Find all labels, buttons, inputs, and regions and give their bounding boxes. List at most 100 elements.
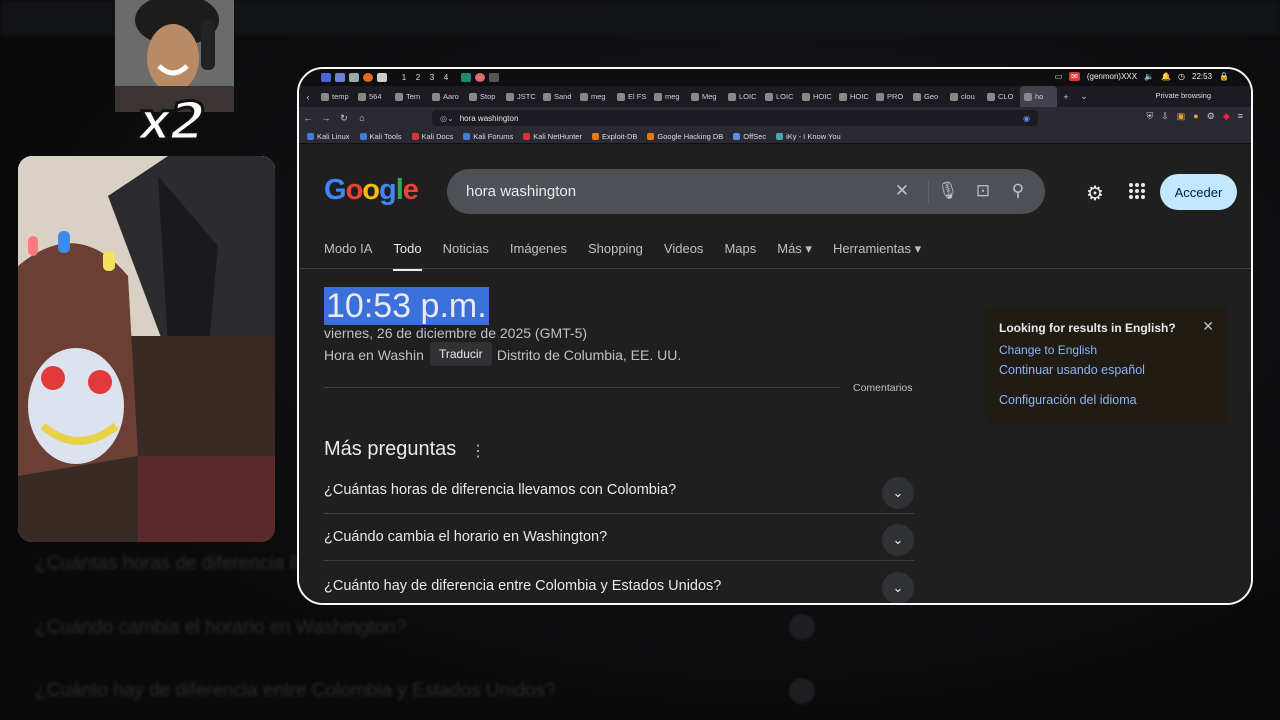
workspace-3[interactable]: 3 (425, 73, 439, 82)
browser-tab[interactable]: LOIC (724, 86, 761, 107)
window-icon[interactable] (377, 73, 387, 82)
app-window-icon[interactable] (461, 73, 471, 82)
translate-tooltip[interactable]: Traducir (430, 342, 492, 366)
search-tab[interactable]: Más ▾ (777, 241, 812, 271)
volume-icon[interactable]: 🔈 (1144, 72, 1154, 81)
browser-tab[interactable]: El FS (613, 86, 650, 107)
question-text[interactable]: ¿Cuánto hay de diferencia entre Colombia… (324, 578, 721, 594)
chevron-down-icon[interactable]: ⌄ (882, 572, 914, 603)
browser-tab[interactable]: JSTC (502, 86, 539, 107)
camera-lens-icon[interactable]: ⊡ (973, 181, 993, 201)
browser-tab[interactable]: CLO (983, 86, 1020, 107)
search-tab[interactable]: Videos (664, 241, 704, 271)
screen-icon[interactable]: ▭ (1055, 72, 1063, 81)
browser-tab[interactable]: HOIC (835, 86, 872, 107)
bookmark-item[interactable]: Google Hacking DB (647, 132, 723, 141)
forward-icon[interactable]: → (317, 113, 335, 123)
sign-in-button[interactable]: Acceder (1160, 174, 1237, 210)
home-icon[interactable]: ⌂ (353, 113, 371, 123)
browser-tab[interactable]: HOIC (798, 86, 835, 107)
workspace-2[interactable]: 2 (411, 73, 425, 82)
search-tab[interactable]: Todo (393, 241, 422, 271)
workspace-4[interactable]: 4 (439, 73, 453, 82)
settings-gear-icon[interactable]: ⚙ (1086, 181, 1104, 206)
search-input[interactable] (466, 183, 886, 200)
shield-icon[interactable]: ⛨ (1146, 111, 1153, 122)
app-launcher-icon[interactable] (321, 73, 331, 82)
reload-icon[interactable]: ↻ (335, 113, 353, 124)
tab-list: temp 564 Tem Aaro Stop JSTC Sand meg El FS meg Meg… (317, 86, 1057, 107)
browser-tab[interactable]: meg (576, 86, 613, 107)
workspace-1[interactable]: 1 (397, 73, 411, 82)
bookmark-item[interactable]: Kali Forums (463, 132, 513, 141)
search-tab[interactable]: Imágenes (510, 241, 567, 271)
browser-tab[interactable]: Stop (465, 86, 502, 107)
app-window-icon[interactable] (489, 73, 499, 82)
google-logo[interactable]: Google (324, 174, 419, 207)
bookmark-item[interactable]: OffSec (733, 132, 766, 141)
download-icon[interactable]: ⇩ (1161, 111, 1169, 122)
language-settings-link[interactable]: Configuración del idioma (999, 393, 1137, 407)
feedback-link[interactable]: Comentarios (853, 382, 913, 394)
question-text[interactable]: ¿Cuándo cambia el horario en Washington? (324, 529, 607, 545)
search-tab[interactable]: Herramientas ▾ (833, 241, 921, 271)
chevron-down-icon[interactable]: ⌄ (882, 524, 914, 556)
extension-icon[interactable]: ◆ (1223, 111, 1230, 122)
terminal-icon[interactable] (349, 73, 359, 82)
clear-icon[interactable]: ✕ (892, 181, 912, 201)
continue-spanish-link[interactable]: Continuar usando español (999, 363, 1145, 377)
app-window-icon[interactable] (475, 73, 485, 82)
gear-icon[interactable]: ⚙ (1207, 111, 1215, 122)
browser-tab[interactable]: meg (650, 86, 687, 107)
browser-tab[interactable]: Geo (909, 86, 946, 107)
question-row[interactable]: ¿Cuánto hay de diferencia entre Colombia… (324, 562, 914, 603)
translate-icon[interactable]: ◉ (1023, 114, 1030, 123)
bookmark-item[interactable]: Kali Tools (359, 132, 402, 141)
bookmark-item[interactable]: Kali Linux (307, 132, 350, 141)
chevron-down-icon[interactable]: ⌄ (1075, 91, 1093, 102)
bookmarks-bar: Kali Linux Kali Tools Kali Docs Kali Forums… (299, 129, 1251, 144)
search-icon[interactable]: ⚲ (1008, 181, 1028, 201)
search-tab[interactable]: Shopping (588, 241, 643, 271)
notification-bell-icon[interactable]: 🔔 (1161, 72, 1171, 81)
extension-icon[interactable]: ● (1193, 111, 1198, 122)
extension-icon[interactable]: ▣ (1177, 111, 1186, 122)
browser-tab[interactable]: PRO (872, 86, 909, 107)
close-icon[interactable]: ✕ (1202, 318, 1214, 335)
browser-tab[interactable]: Tem (391, 86, 428, 107)
browser-tab[interactable]: clou (946, 86, 983, 107)
browser-tab[interactable]: Aaro (428, 86, 465, 107)
more-options-icon[interactable]: ⋮ (470, 441, 486, 461)
bookmark-item[interactable]: Exploit-DB (591, 132, 637, 141)
site-info-icon[interactable]: ◎⌄ (440, 114, 454, 123)
question-row[interactable]: ¿Cuántas horas de diferencia llevamos co… (324, 467, 914, 514)
browser-tab[interactable]: temp (317, 86, 354, 107)
files-icon[interactable] (335, 73, 345, 82)
new-tab-icon[interactable]: + (1057, 92, 1075, 102)
search-tab[interactable]: Noticias (443, 241, 489, 271)
change-to-english-link[interactable]: Change to English (999, 343, 1097, 357)
firefox-icon[interactable] (363, 73, 373, 82)
browser-tab[interactable]: 564 (354, 86, 391, 107)
bookmark-item[interactable]: Kali NetHunter (523, 132, 582, 141)
url-bar[interactable]: ◎⌄ hora washington ◉ (432, 110, 1038, 126)
microphone-icon[interactable]: 🎙 (937, 181, 959, 201)
url-text[interactable]: hora washington (460, 114, 519, 123)
tab-list-back-icon[interactable]: ‹ (299, 92, 317, 102)
browser-tab[interactable]: ho (1020, 86, 1057, 107)
apps-grid-icon[interactable] (1129, 183, 1145, 199)
chevron-down-icon[interactable]: ⌄ (882, 477, 914, 509)
back-icon[interactable]: ← (299, 113, 317, 123)
browser-tab[interactable]: Sand (539, 86, 576, 107)
question-row[interactable]: ¿Cuándo cambia el horario en Washington?… (324, 514, 914, 561)
bookmark-item[interactable]: Kali Docs (411, 132, 453, 141)
question-text[interactable]: ¿Cuántas horas de diferencia llevamos co… (324, 482, 676, 498)
menu-icon[interactable]: ≡ (1238, 111, 1243, 122)
tab-label: Meg (702, 92, 717, 101)
bookmark-item[interactable]: iKy - I Know You (776, 132, 841, 141)
browser-tab[interactable]: Meg (687, 86, 724, 107)
search-tab[interactable]: Modo IA (324, 241, 372, 271)
search-tab[interactable]: Maps (724, 241, 756, 271)
lock-icon[interactable]: 🔒 (1219, 72, 1229, 81)
browser-tab[interactable]: LOIC (761, 86, 798, 107)
